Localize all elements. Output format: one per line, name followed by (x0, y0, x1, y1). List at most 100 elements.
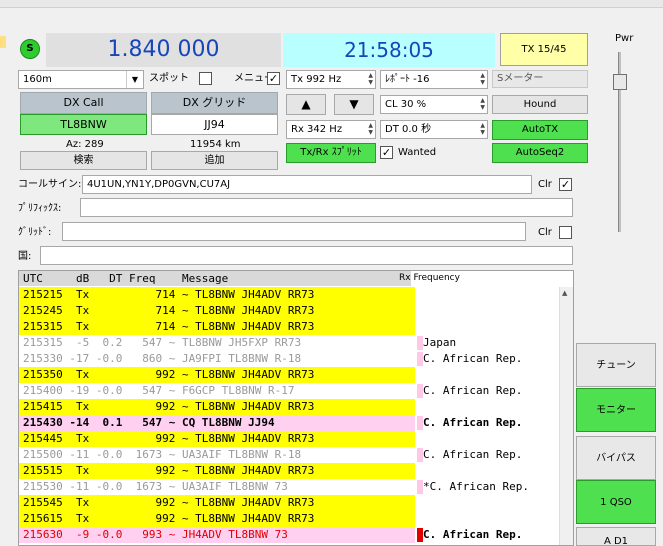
partial-button[interactable]: A D1 (576, 527, 656, 546)
clr-label: Clr (538, 179, 552, 190)
rx-country (417, 431, 557, 447)
wanted-checkbox[interactable]: ✓ (380, 146, 393, 159)
add-button[interactable]: 追加 (151, 151, 278, 170)
clr-checkbox-2[interactable] (559, 226, 572, 239)
band-select[interactable]: 160m ▼ (18, 70, 144, 89)
cl-value: CL 30 % (385, 99, 427, 110)
autoseq-button[interactable]: AutoSeq2 (492, 143, 588, 163)
rx-country: Japan (417, 335, 557, 351)
callsign-filter-input[interactable]: 4U1UN,YN1Y,DP0GVN,CU7AJ (82, 175, 532, 194)
message-panel: UTC dB DT Freq Message Rx Frequency 2152… (18, 270, 574, 546)
dx-call-header: DX Call (20, 92, 147, 114)
grid-filter-input[interactable] (62, 222, 526, 241)
spin-arrows-icon[interactable]: ▲ ▼ (480, 72, 485, 86)
message-row[interactable]: 215430 -14 0.1 547 ~ CQ TL8BNW JJ94 (19, 415, 415, 431)
prefix-filter-input[interactable] (80, 198, 573, 217)
rx-marker (417, 352, 423, 366)
message-row[interactable]: 215315 -5 0.2 547 ~ TL8BNW JH5FXP RR73 (19, 335, 415, 351)
search-button[interactable]: 検索 (20, 151, 147, 170)
spot-checkbox[interactable] (199, 72, 212, 85)
message-row[interactable]: 215415 Tx 992 ~ TL8BNW JH4ADV RR73 (19, 399, 415, 415)
message-row[interactable]: 215515 Tx 992 ~ TL8BNW JH4ADV RR73 (19, 463, 415, 479)
message-row[interactable]: 215245 Tx 714 ~ TL8BNW JH4ADV RR73 (19, 303, 415, 319)
message-row[interactable]: 215530 -11 -0.0 1673 ~ UA3AIF TL8BNW 73 (19, 479, 415, 495)
rx-country (417, 495, 557, 511)
spin-arrows-icon[interactable]: ▲ ▼ (368, 122, 373, 136)
dt-spinbox[interactable]: DT 0.0 秒 ▲ ▼ (380, 120, 488, 139)
dt-value: DT 0.0 秒 (385, 124, 432, 135)
dx-grid-header: DX グリッド (151, 92, 278, 114)
message-row[interactable]: 215500 -11 -0.0 1673 ~ UA3AIF TL8BNW R-1… (19, 447, 415, 463)
tune-button[interactable]: チューン (576, 343, 656, 387)
power-label: Pwr (615, 33, 634, 44)
grid-label: ｸﾞﾘｯﾄﾞ: (18, 227, 52, 238)
tx-counter-button[interactable]: TX 15/45 (500, 33, 588, 66)
message-row[interactable]: 215545 Tx 992 ~ TL8BNW JH4ADV RR73 (19, 495, 415, 511)
clr-checkbox[interactable]: ✓ (559, 178, 572, 191)
hound-button[interactable]: Hound (492, 95, 588, 114)
menu-checkbox[interactable]: ✓ (267, 72, 280, 85)
cl-spinbox[interactable]: CL 30 % ▲ ▼ (380, 95, 488, 114)
callsign-label: コールサイン: (18, 179, 82, 190)
rx-country-text: C. African Rep. (423, 528, 523, 541)
one-qso-button[interactable]: 1 QSO (576, 480, 656, 524)
scroll-up-icon[interactable]: ▲ (562, 289, 567, 297)
rx-marker (417, 528, 423, 542)
rx-country (417, 511, 557, 527)
spin-arrows-icon[interactable]: ▲ ▼ (480, 97, 485, 111)
message-row[interactable]: 215445 Tx 992 ~ TL8BNW JH4ADV RR73 (19, 431, 415, 447)
tx-frequency-value: Tx 992 Hz (291, 74, 342, 85)
message-row[interactable]: 215400 -19 -0.0 547 ~ F6GCP TL8BNW R-17 (19, 383, 415, 399)
message-row[interactable]: 215350 Tx 992 ~ TL8BNW JH4ADV RR73 (19, 367, 415, 383)
message-row[interactable]: 215615 Tx 992 ~ TL8BNW JH4ADV RR73 (19, 511, 415, 527)
clr-label-2: Clr (538, 227, 552, 238)
tx-frequency-spinbox[interactable]: Tx 992 Hz ▲ ▼ (286, 70, 376, 89)
rx-marker (417, 416, 423, 430)
report-spinbox[interactable]: ﾚﾎﾟｰﾄ -16 ▲ ▼ (380, 70, 488, 89)
scrollbar[interactable]: ▲ (559, 287, 573, 545)
message-row[interactable]: 215315 Tx 714 ~ TL8BNW JH4ADV RR73 (19, 319, 415, 335)
chevron-down-icon[interactable]: ▼ (126, 71, 143, 88)
spin-arrows-icon[interactable]: ▲ ▼ (480, 122, 485, 136)
wanted-label: Wanted (398, 147, 437, 158)
message-row[interactable]: 215630 -9 -0.0 993 ~ JH4ADV TL8BNW 73 (19, 527, 415, 543)
rx-country (417, 303, 557, 319)
rx-country-text: *C. African Rep. (423, 480, 529, 493)
rx-frequency-spinbox[interactable]: Rx 342 Hz ▲ ▼ (286, 120, 376, 139)
s-meter: Sメーター (492, 70, 588, 88)
message-row[interactable]: 215330 -17 -0.0 860 ~ JA9FPI TL8BNW R-18 (19, 351, 415, 367)
rx-frequency-value: Rx 342 Hz (291, 124, 343, 135)
rx-country (417, 367, 557, 383)
rx-country-text: Japan (423, 336, 457, 349)
azimuth: Az: 289 (66, 139, 104, 150)
rx-marker (417, 448, 423, 462)
country-filter-input[interactable] (40, 246, 573, 265)
report-value: ﾚﾎﾟｰﾄ -16 (385, 74, 430, 85)
message-row[interactable]: 215215 Tx 714 ~ TL8BNW JH4ADV RR73 (19, 287, 415, 303)
status-indicator: S (20, 39, 40, 59)
tx-rx-split-button[interactable]: Tx/Rx ｽﾌﾟﾘｯﾄ (286, 143, 376, 163)
spin-arrows-icon[interactable]: ▲ ▼ (368, 72, 373, 86)
dx-call-field[interactable]: TL8BNW (20, 114, 147, 135)
edge-tab (0, 36, 6, 48)
rx-country (417, 287, 557, 303)
power-slider[interactable] (613, 52, 627, 232)
message-list[interactable]: 215215 Tx 714 ~ TL8BNW JH4ADV RR73 215245… (19, 287, 415, 545)
monitor-button[interactable]: モニター (576, 388, 656, 432)
country-label: 国: (18, 251, 32, 262)
rx-country-text: C. African Rep. (423, 416, 523, 429)
rx-country: *C. African Rep. (417, 479, 557, 495)
distance: 11954 km (190, 139, 241, 150)
bypass-button[interactable]: バイパス (576, 436, 656, 480)
rx-country-text: C. African Rep. (423, 448, 523, 461)
move-down-button[interactable]: ▼ (334, 94, 374, 115)
rx-country: C. African Rep. (417, 527, 557, 543)
rx-country-text: C. African Rep. (423, 352, 523, 365)
power-slider-thumb[interactable] (613, 74, 627, 90)
rx-frequency-header: Rx Frequency (399, 271, 573, 286)
autotx-button[interactable]: AutoTX (492, 120, 588, 140)
rx-column: Japan C. African Rep. C. African Rep. C. Af… (417, 287, 557, 545)
move-up-button[interactable]: ▲ (286, 94, 326, 115)
dx-grid-field[interactable]: JJ94 (151, 114, 278, 135)
rx-marker (417, 336, 423, 350)
